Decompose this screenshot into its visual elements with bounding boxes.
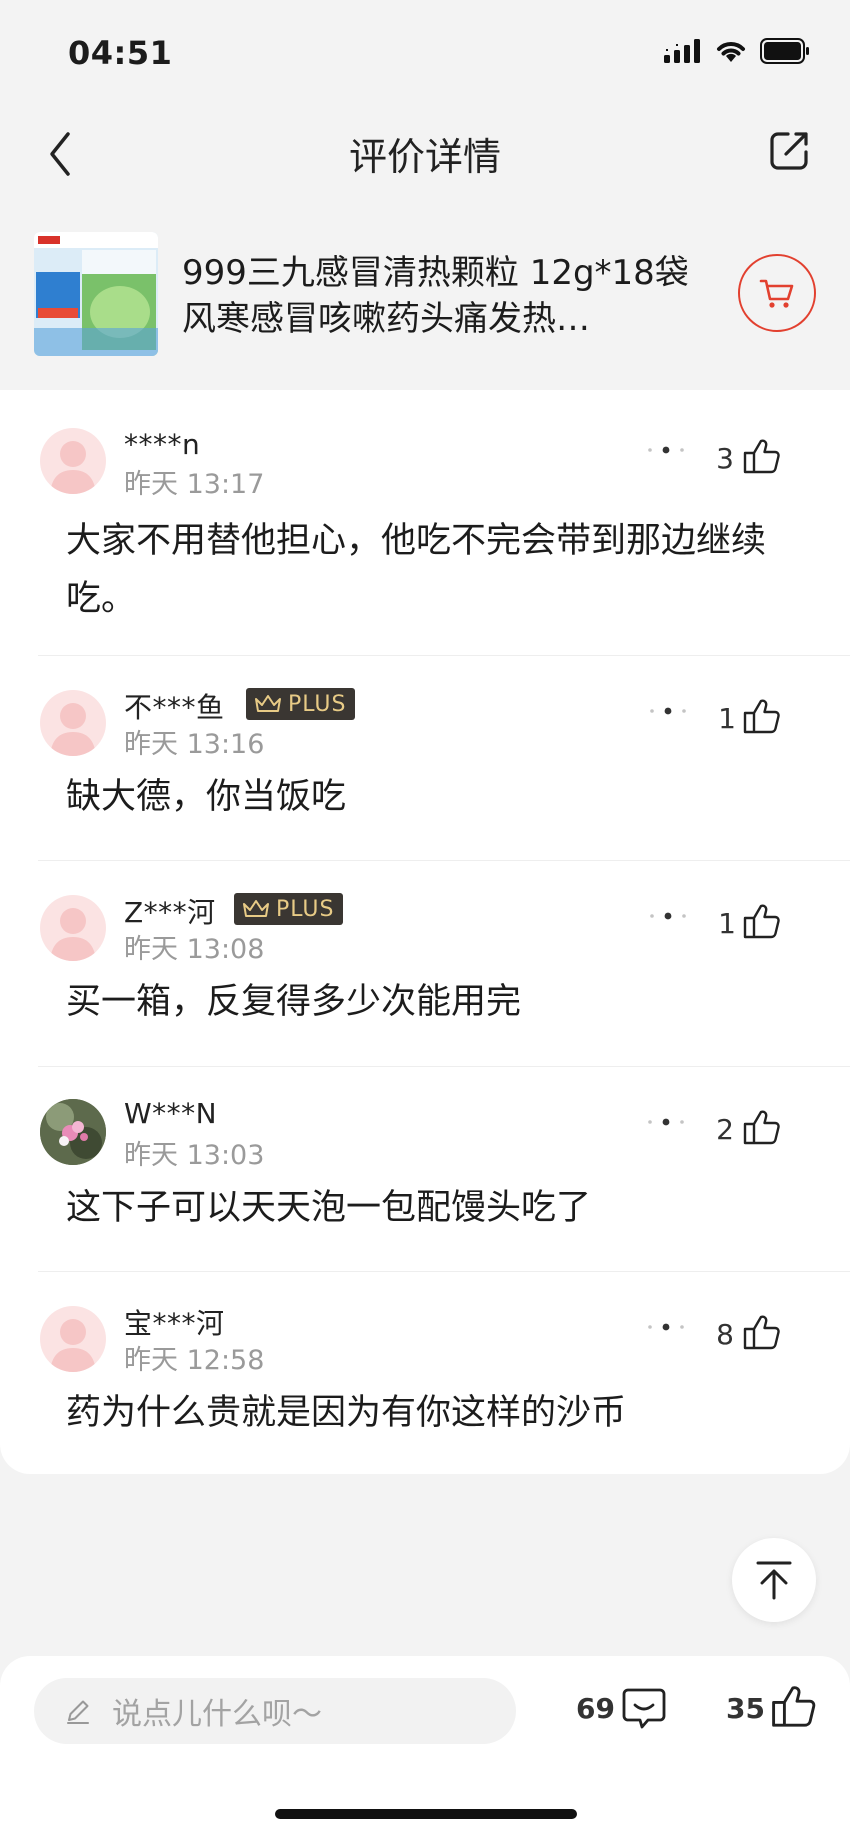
like-count: 2 [716, 1113, 734, 1146]
thumbs-up-icon [743, 1315, 780, 1350]
comment-text: 药为什么贵就是因为有你这样的沙币 [66, 1393, 627, 1433]
total-like-count: 35 [726, 1692, 765, 1725]
add-to-cart-button[interactable] [738, 254, 816, 332]
thumbs-up-icon [772, 1686, 816, 1727]
comment-input-placeholder: 说点儿什么呗～ [112, 1697, 322, 1732]
crown-icon [243, 900, 269, 917]
share-button[interactable] [766, 126, 814, 174]
nav-bar: 评价详情 [0, 100, 850, 200]
more-dots-icon [650, 912, 686, 920]
signal-icon [664, 39, 700, 63]
pencil-icon [67, 1700, 89, 1724]
more-options-button[interactable] [646, 1312, 686, 1342]
avatar[interactable] [40, 895, 106, 961]
status-icons [664, 38, 810, 64]
avatar[interactable] [40, 428, 106, 494]
like-button[interactable] [742, 1312, 782, 1352]
default-avatar-icon [50, 441, 96, 494]
more-dots-icon [650, 707, 686, 715]
plus-label: PLUS [276, 896, 335, 922]
page-title: 评价详情 [348, 135, 501, 179]
thumbs-up-icon [743, 1110, 780, 1145]
scroll-to-top-button[interactable] [732, 1538, 816, 1622]
comment-item: 不***鱼 PLUS 昨天 13:16 1 缺大德，你当饭吃 [0, 656, 850, 860]
like-button[interactable] [742, 901, 782, 941]
more-options-button[interactable] [646, 1107, 686, 1137]
comment-text: 这下子可以天天泡一包配馒头吃了 [66, 1188, 592, 1228]
share-icon [770, 132, 808, 170]
comment-username[interactable]: ****n [124, 428, 200, 461]
plus-label: PLUS [288, 691, 347, 717]
crown-icon [255, 695, 281, 712]
comment-item: 宝***河 昨天 12:58 8 药为什么贵就是因为有你这样的沙币 [0, 1272, 850, 1474]
thumbs-up-icon [743, 904, 780, 939]
more-dots-icon [648, 446, 684, 454]
thumbs-up-icon [743, 699, 780, 734]
more-options-button[interactable] [648, 901, 688, 931]
product-thumbnail[interactable] [34, 232, 158, 356]
plus-member-badge: PLUS [246, 688, 355, 720]
comment-bubble-icon [622, 1688, 666, 1729]
comment-text: 缺大德，你当饭吃 [66, 777, 347, 817]
wifi-icon [717, 42, 745, 62]
like-button[interactable] [742, 436, 782, 476]
product-box-image [34, 232, 158, 356]
default-avatar-icon [50, 1319, 96, 1372]
comment-count: 69 [576, 1692, 615, 1725]
battery-icon [760, 38, 809, 64]
avatar[interactable] [40, 1306, 106, 1372]
status-time: 04:51 [68, 34, 173, 72]
comments-button[interactable] [620, 1684, 668, 1732]
like-button[interactable] [742, 696, 782, 736]
more-options-button[interactable] [646, 435, 686, 465]
more-options-button[interactable] [648, 696, 688, 726]
comment-text: 买一箱，反复得多少次能用完 [66, 982, 522, 1022]
like-button[interactable] [742, 1107, 782, 1147]
comment-item: ****n 昨天 13:17 3 大家不用替他担心，他吃不完会带到那边继续吃。 [0, 390, 850, 655]
comment-username[interactable]: 宝***河 [124, 1302, 225, 1342]
default-avatar-icon [50, 703, 96, 756]
thumbs-up-icon [743, 439, 780, 474]
comments-list: ****n 昨天 13:17 3 大家不用替他担心，他吃不完会带到那边继续吃。 … [0, 390, 850, 1474]
like-post-button[interactable] [770, 1682, 818, 1730]
avatar[interactable] [40, 690, 106, 756]
comment-username[interactable]: Z***河 [124, 891, 216, 931]
avatar[interactable] [40, 1099, 106, 1165]
product-title[interactable]: 999三九感冒清热颗粒 12g*18袋风寒感冒咳嗽药头痛发热… [182, 250, 692, 342]
like-count: 3 [716, 442, 734, 475]
comment-item: Z***河 PLUS 昨天 13:08 1 买一箱，反复得多少次能用完 [0, 861, 850, 1066]
default-avatar-icon [50, 908, 96, 961]
more-dots-icon [648, 1118, 684, 1126]
like-count: 1 [718, 907, 736, 940]
comment-username[interactable]: 不***鱼 [124, 686, 225, 726]
like-count: 1 [718, 702, 736, 735]
arrow-up-icon [756, 1561, 792, 1600]
comment-username[interactable]: W***N [124, 1097, 217, 1130]
comment-text: 大家不用替他担心，他吃不完会带到那边继续吃。 [66, 521, 767, 619]
comment-time: 昨天 13:03 [124, 1140, 265, 1171]
more-dots-icon [648, 1323, 684, 1331]
user-photo-avatar [40, 1099, 106, 1165]
home-indicator [275, 1809, 577, 1819]
like-count: 8 [716, 1318, 734, 1351]
comment-time: 昨天 13:17 [124, 469, 265, 500]
comment-time: 昨天 13:08 [124, 934, 265, 965]
cart-icon [759, 279, 794, 308]
comment-input[interactable]: 说点儿什么呗～ [34, 1678, 516, 1744]
product-header[interactable]: 999三九感冒清热颗粒 12g*18袋风寒感冒咳嗽药头痛发热… [0, 220, 850, 370]
comment-time: 昨天 13:16 [124, 729, 265, 760]
plus-member-badge: PLUS [234, 893, 343, 925]
comment-time: 昨天 12:58 [124, 1345, 265, 1376]
comment-item: W***N 昨天 13:03 2 这下子可以天天泡一包配馒头吃了 [0, 1067, 850, 1271]
status-bar: 04:51 [0, 0, 850, 100]
